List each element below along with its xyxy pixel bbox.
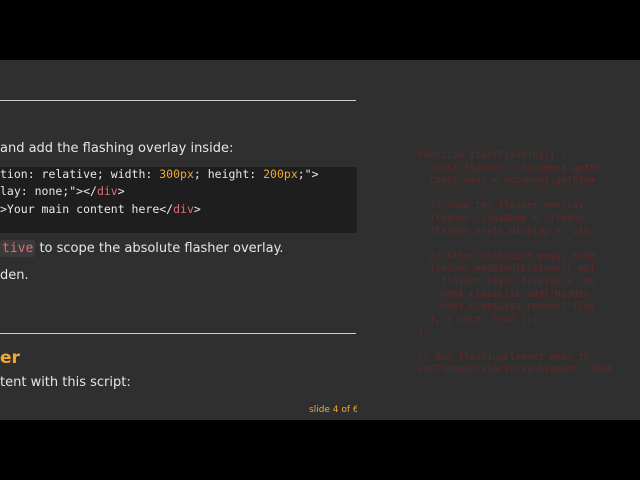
ghost-code-overlay: function startFlashing() { const flasher… [418, 150, 640, 390]
section-divider [0, 333, 356, 334]
slide-content: and add the flashing overlay inside: tio… [0, 60, 357, 420]
code-line-3: >Your main content here</div> [0, 202, 201, 216]
ghost-code-line: flasher.style.display = 'blo [418, 225, 590, 237]
ghost-code-line: flasher.style.display = 'no [418, 276, 596, 287]
intro-text: and add the flashing overlay inside: [0, 141, 234, 156]
code-line-2: lay: none;"></div> [0, 184, 125, 198]
ghost-code-line: host.classList.add('hidden [418, 288, 590, 300]
positioning-note: tive to scope the absolute flasher overl… [0, 240, 284, 257]
ghost-code-line: function startFlashing() { [418, 150, 567, 161]
ghost-code-line: // Run flashingElement when th [418, 351, 590, 363]
hidden-note: den. [0, 268, 29, 283]
ghost-code-line: host.classList.remove('flas [418, 301, 596, 313]
code-line-1: tion: relative; width: 300px; height: 20… [0, 167, 319, 181]
ghost-code-line: // Show the flasher overlay [418, 200, 584, 212]
ghost-code-line: flasher.addEventListener('ani [418, 263, 596, 275]
script-intro-text: tent with this script: [0, 375, 131, 390]
ghost-code-line: }, { once: true }); [418, 313, 539, 325]
ghost-code-line: flasher.className = 'flashe [418, 213, 584, 224]
ghost-code-line: // After animation ends, hide [418, 250, 596, 262]
section-heading: er [0, 348, 20, 368]
ghost-code-line: setTimeout(startFlashElement, 3000 [418, 364, 613, 376]
ghost-code-line: } [418, 326, 424, 338]
ghost-code-line: const flasher = document.getEl [418, 162, 602, 174]
inline-code-snippet: tive [0, 240, 36, 257]
html-code-block: tion: relative; width: 300px; height: 20… [0, 167, 357, 233]
presentation-area: and add the flashing overlay inside: tio… [0, 60, 640, 420]
positioning-note-text: to scope the absolute flasher overlay. [35, 241, 284, 256]
viewport: and add the flashing overlay inside: tio… [0, 0, 640, 480]
slide-counter: slide 4 of 6 [309, 405, 357, 415]
top-divider [0, 100, 356, 101]
ghost-code-line: const host = document.getElem [418, 175, 596, 187]
